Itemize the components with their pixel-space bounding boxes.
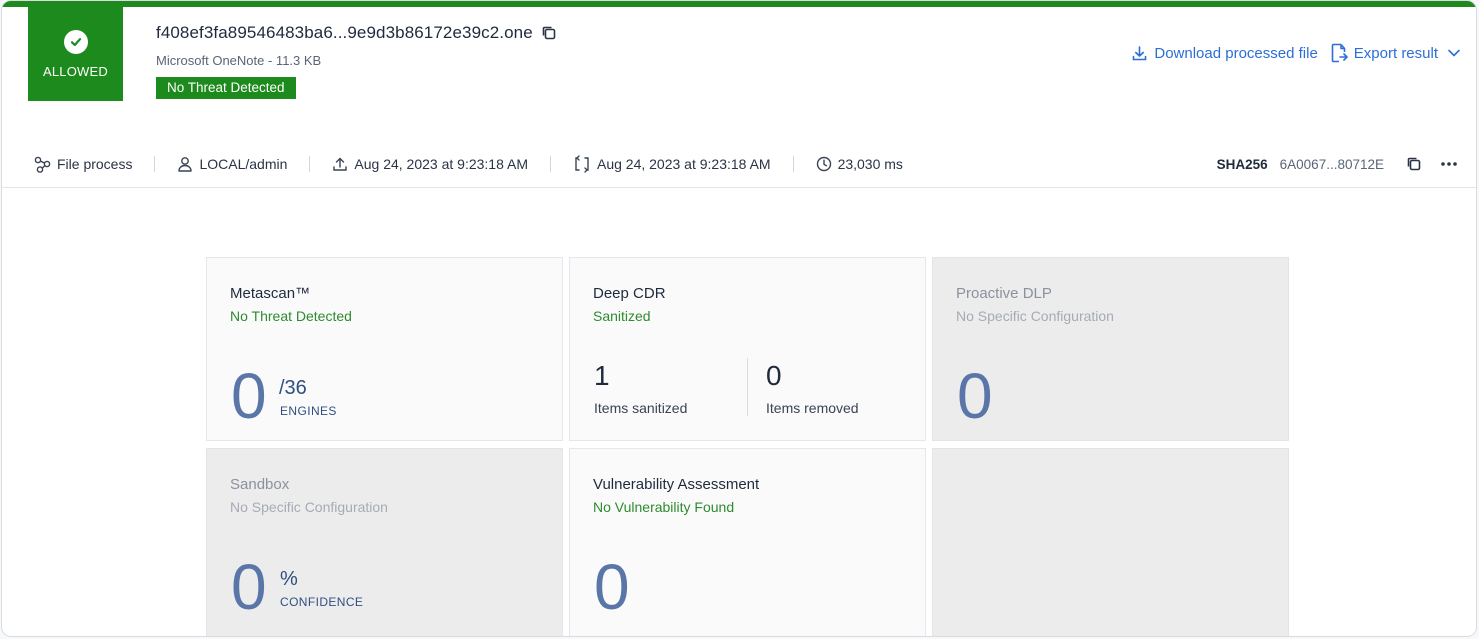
export-label: Export result [1353, 44, 1438, 62]
vulnerability-card[interactable]: Vulnerability Assessment No Vulnerabilit… [569, 448, 926, 636]
download-icon [1131, 45, 1148, 62]
export-result-button[interactable]: Export result [1330, 43, 1460, 63]
items-sanitized-count: 1 [594, 360, 610, 391]
empty-card [932, 448, 1289, 636]
status-top-bar [2, 1, 1476, 7]
divider [792, 156, 794, 172]
file-info: f408ef3fa89546483ba6...9e9d3b86172e39c2.… [156, 23, 557, 99]
confidence-value: 0 [231, 551, 267, 623]
card-title: Deep CDR [593, 285, 666, 302]
user-label: LOCAL/admin [199, 156, 288, 172]
download-processed-file-button[interactable]: Download processed file [1131, 44, 1318, 62]
metascan-card[interactable]: Metascan™ No Threat Detected 0 /36 ENGIN… [206, 257, 563, 441]
items-removed-label: Items removed [766, 400, 859, 416]
items-removed-count: 0 [766, 360, 782, 391]
upload-time: Aug 24, 2023 at 9:23:18 AM [332, 156, 528, 172]
upload-icon [332, 156, 348, 172]
sha-value: 6A0067...80712E [1279, 156, 1384, 172]
confidence-percent: % [280, 568, 298, 590]
upload-time-label: Aug 24, 2023 at 9:23:18 AM [354, 156, 528, 172]
copy-icon[interactable] [541, 25, 557, 41]
more-options-icon[interactable] [1440, 161, 1458, 167]
engine-total: /36 [279, 377, 307, 399]
user-icon [177, 156, 193, 172]
dlp-count: 0 [957, 360, 993, 432]
card-status: No Vulnerability Found [593, 499, 735, 515]
divider [309, 156, 311, 172]
copy-sha-icon[interactable] [1406, 156, 1422, 172]
card-title: Proactive DLP [956, 285, 1052, 302]
chevron-down-icon [1448, 49, 1460, 57]
confidence-unit: CONFIDENCE [280, 595, 364, 609]
export-icon [1330, 43, 1348, 63]
deep-cdr-card[interactable]: Deep CDR Sanitized 1 Items sanitized 0 I… [569, 257, 926, 441]
sha-label: SHA256 [1216, 156, 1268, 172]
workflow-label: File process [57, 156, 133, 172]
file-meta: Microsoft OneNote - 11.3 KB [156, 53, 322, 68]
card-status: No Specific Configuration [956, 308, 1114, 324]
scan-result-panel: ALLOWED f408ef3fa89546483ba6...9e9d3b861… [1, 0, 1477, 637]
card-title: Metascan™ [230, 285, 311, 302]
clock-icon [816, 156, 832, 172]
detection-count: 0 [231, 360, 267, 432]
threat-status-badge: No Threat Detected [156, 77, 296, 99]
download-label: Download processed file [1154, 44, 1318, 62]
workflow-icon [34, 156, 51, 173]
divider [154, 156, 156, 172]
processed-time-label: Aug 24, 2023 at 9:23:18 AM [596, 156, 771, 172]
verdict-label: ALLOWED [43, 63, 108, 79]
result-actions: Download processed file Export result [1131, 43, 1460, 63]
vulnerability-count: 0 [594, 551, 630, 623]
card-status: No Threat Detected [230, 308, 352, 324]
check-circle-icon [63, 29, 88, 54]
card-status: No Specific Configuration [230, 499, 388, 515]
sandbox-card[interactable]: Sandbox No Specific Configuration 0 % CO… [206, 448, 563, 636]
card-title: Sandbox [230, 476, 290, 493]
verdict-badge: ALLOWED [28, 7, 123, 101]
duration-label: 23,030 ms [837, 156, 903, 172]
workflow-type: File process [34, 156, 132, 173]
items-sanitized-label: Items sanitized [594, 400, 688, 416]
file-name: f408ef3fa89546483ba6...9e9d3b86172e39c2.… [156, 23, 533, 42]
duration: 23,030 ms [816, 156, 903, 172]
proactive-dlp-card[interactable]: Proactive DLP No Specific Configuration … [932, 257, 1289, 441]
engine-unit: ENGINES [280, 404, 337, 418]
file-meta-bar: File process LOCAL/admin Aug 24, 2023 at… [2, 141, 1476, 188]
divider [549, 156, 551, 172]
card-status: Sanitized [593, 308, 651, 324]
processed-time: Aug 24, 2023 at 9:23:18 AM [573, 155, 771, 173]
refresh-icon [573, 155, 591, 173]
card-title: Vulnerability Assessment [593, 476, 760, 493]
divider [747, 358, 748, 416]
user: LOCAL/admin [177, 156, 287, 172]
sha-section: SHA256 6A0067...80712E [1217, 141, 1458, 187]
